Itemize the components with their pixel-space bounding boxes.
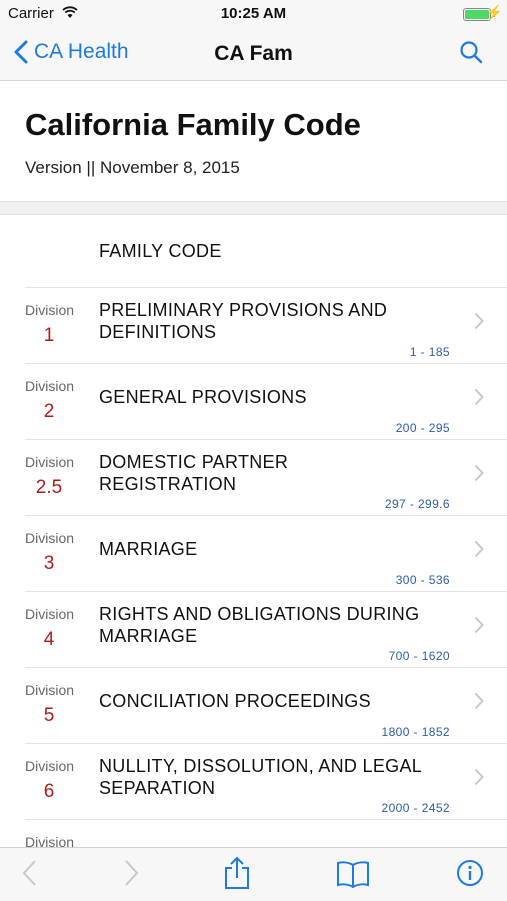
section-range: 700 - 1620 (388, 649, 450, 663)
division-label: Division (25, 682, 75, 698)
division-number: 2 (43, 401, 55, 422)
back-arrow-icon (22, 860, 36, 886)
forward-arrow-button[interactable] (121, 858, 141, 893)
navigation-bar: CA Health CA Fam (0, 28, 507, 81)
division-label: Division (25, 378, 75, 394)
charging-icon: ⚡ (485, 4, 503, 20)
chevron-right-icon (474, 464, 484, 482)
section-range: 297 - 299.6 (384, 497, 450, 511)
page-title: California Family Code (25, 107, 361, 142)
division-row-2-5[interactable]: Division 2.5 DOMESTIC PARTNER REGISTRATI… (0, 440, 507, 516)
division-row-5[interactable]: Division 5 CONCILIATION PROCEEDINGS 1800… (0, 668, 507, 744)
section-range: 300 - 536 (395, 573, 450, 587)
chevron-right-icon (474, 540, 484, 558)
division-row-2[interactable]: Division 2 GENERAL PROVISIONS 200 - 295 (0, 364, 507, 440)
division-number: 5 (43, 705, 55, 726)
division-title: MARRIAGE (99, 539, 198, 559)
division-number: 2.5 (35, 477, 63, 498)
chevron-right-icon (474, 388, 484, 406)
bottom-toolbar (0, 847, 507, 901)
division-label: Division (25, 758, 75, 774)
list-heading: FAMILY CODE (99, 241, 222, 261)
bookmarks-button[interactable] (336, 860, 370, 893)
division-label: Division (25, 606, 75, 622)
division-title: CONCILIATION PROCEEDINGS (99, 691, 371, 711)
division-list[interactable]: FAMILY CODE Division 1 PRELIMINARY PROVI… (0, 214, 507, 847)
division-row-6[interactable]: Division 6 NULLITY, DISSOLUTION, AND LEG… (0, 744, 507, 820)
code-header: California Family Code Version || Novemb… (0, 81, 507, 201)
clock: 10:25 AM (220, 5, 287, 22)
forward-arrow-icon (125, 860, 139, 886)
share-icon (225, 856, 249, 889)
section-divider (0, 201, 507, 215)
division-title: DOMESTIC PARTNER REGISTRATION (99, 452, 289, 494)
chevron-right-icon (474, 768, 484, 786)
division-label: Division (25, 454, 75, 470)
division-title: PRELIMINARY PROVISIONS AND DEFINITIONS (99, 300, 388, 342)
info-icon (457, 860, 483, 886)
division-title: GENERAL PROVISIONS (99, 387, 307, 407)
division-number: 4 (43, 629, 55, 650)
status-bar: Carrier 10:25 AM ⚡ (0, 0, 507, 28)
chevron-right-icon (474, 692, 484, 710)
division-number: 3 (43, 553, 55, 574)
division-title: NULLITY, DISSOLUTION, AND LEGAL SEPARATI… (99, 756, 422, 798)
section-range: 2000 - 2452 (381, 801, 450, 815)
back-button[interactable]: CA Health (14, 40, 129, 64)
search-button[interactable] (459, 40, 483, 69)
division-label: Division (25, 302, 75, 318)
division-title: RIGHTS AND OBLIGATIONS DURING MARRIAGE (99, 604, 420, 646)
bookmarks-icon (337, 861, 369, 889)
section-range: 200 - 295 (395, 421, 450, 435)
back-arrow-button[interactable] (20, 858, 40, 893)
division-number: 1 (43, 325, 55, 346)
division-row-partial[interactable]: Division (0, 820, 507, 847)
back-button-label: CA Health (34, 40, 129, 63)
chevron-right-icon (474, 616, 484, 634)
division-row-3[interactable]: Division 3 MARRIAGE 300 - 536 (0, 516, 507, 592)
division-label: Division (25, 530, 75, 546)
chevron-right-icon (474, 312, 484, 330)
division-row-4[interactable]: Division 4 RIGHTS AND OBLIGATIONS DURING… (0, 592, 507, 668)
division-row-1[interactable]: Division 1 PRELIMINARY PROVISIONS AND DE… (0, 288, 507, 364)
back-chevron-icon (14, 40, 28, 64)
division-number: 6 (43, 781, 55, 802)
version-label: Version || November 8, 2015 (25, 158, 240, 177)
section-range: 1800 - 1852 (381, 725, 450, 739)
share-button[interactable] (223, 856, 251, 895)
section-range: 1 - 185 (409, 345, 450, 359)
info-button[interactable] (456, 859, 484, 892)
division-label: Division (25, 834, 75, 847)
search-icon (460, 41, 483, 64)
